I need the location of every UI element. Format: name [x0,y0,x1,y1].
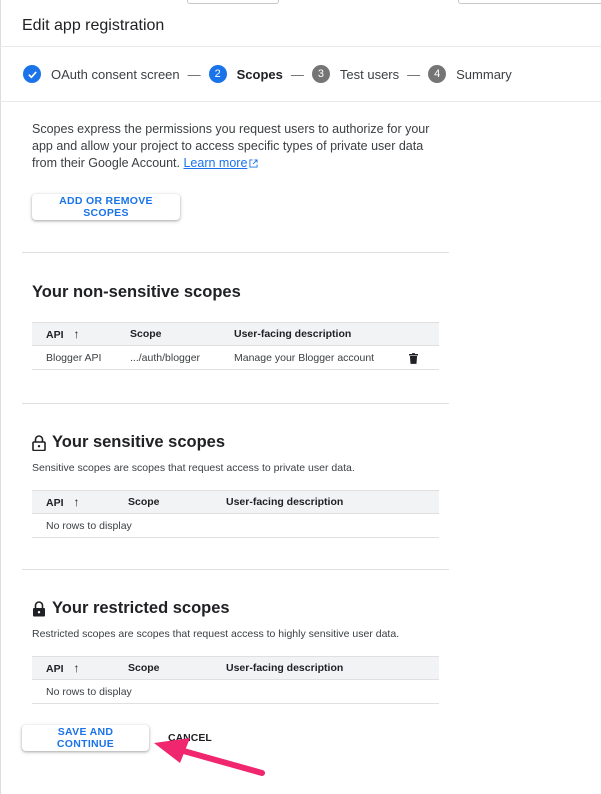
add-or-remove-scopes-button[interactable]: ADD OR REMOVE SCOPES [32,194,180,220]
step-label: Summary [456,66,512,82]
col-scope: Scope [114,656,212,680]
empty-row: No rows to display [32,513,439,538]
sort-arrow-up-icon: ↑ [73,327,80,341]
step-test-users[interactable]: 3 Test users [311,65,400,83]
step-label: OAuth consent screen [51,66,180,82]
stepper-divider [0,101,601,102]
step-scopes[interactable]: 2 Scopes [208,65,283,83]
non-sensitive-title: Your non-sensitive scopes [32,283,241,301]
step-separator: — [407,66,421,82]
col-description: User-facing description [212,656,439,680]
sensitive-title: Your sensitive scopes [32,433,225,452]
col-api[interactable]: API ↑ [32,656,114,680]
step-separator: — [290,66,304,82]
learn-more-link[interactable]: Learn more [183,156,258,170]
stepper: OAuth consent screen — 2 Scopes — 3 Test… [23,64,512,84]
pointer-arrow-annotation [154,738,265,776]
table-header-row: API ↑ Scope User-facing description [32,490,439,514]
frame-border [0,0,1,794]
section-divider [22,403,449,404]
col-api-label: API [46,497,64,509]
col-api[interactable]: API ↑ [32,322,116,346]
table-header-row: API ↑ Scope User-facing description [32,322,439,346]
scopes-intro: Scopes express the permissions you reque… [32,121,442,172]
col-api-label: API [46,663,64,675]
col-actions [395,322,439,346]
step-oauth-consent[interactable]: OAuth consent screen [23,65,180,83]
sort-arrow-up-icon: ↑ [73,661,80,675]
page-title: Edit app registration [22,17,165,34]
empty-message: No rows to display [32,513,439,538]
sensitive-table: API ↑ Scope User-facing description No ro… [32,490,439,538]
table-header-row: API ↑ Scope User-facing description [32,656,439,680]
col-description: User-facing description [220,322,395,346]
save-and-continue-button[interactable]: SAVE AND CONTINUE [22,725,149,751]
delete-cell [395,345,439,370]
step-number: 2 [208,65,227,83]
empty-message: No rows to display [32,679,439,704]
step-label: Scopes [236,66,283,82]
step-separator: — [187,66,201,82]
cell-description: Manage your Blogger account [220,345,395,370]
external-link-icon [249,159,258,168]
section-divider [22,252,449,253]
col-api-label: API [46,329,64,341]
lock-open-icon [32,434,46,451]
step-number: 3 [311,65,330,83]
step-summary[interactable]: 4 Summary [428,65,512,83]
col-scope: Scope [114,490,212,514]
col-description: User-facing description [212,490,439,514]
top-tab-fragment-right [458,0,601,4]
learn-more-label: Learn more [183,156,248,170]
sort-arrow-up-icon: ↑ [73,495,80,509]
restricted-description: Restricted scopes are scopes that reques… [32,628,400,640]
col-api[interactable]: API ↑ [32,490,114,514]
top-tab-fragment-left [187,0,279,4]
lock-closed-icon [33,600,45,616]
step-number: 4 [428,65,447,83]
non-sensitive-table: API ↑ Scope User-facing description Blogg… [32,322,439,370]
trash-icon[interactable] [409,352,418,364]
cell-api: Blogger API [32,345,116,370]
title-divider [0,46,601,47]
restricted-table: API ↑ Scope User-facing description No ro… [32,656,439,704]
restricted-title: Your restricted scopes [32,599,230,618]
section-divider [22,569,449,570]
sensitive-title-text: Your sensitive scopes [52,433,226,451]
col-scope: Scope [116,322,220,346]
check-icon [23,65,41,83]
restricted-title-text: Your restricted scopes [52,599,230,617]
empty-row: No rows to display [32,679,439,704]
cell-scope: .../auth/blogger [116,345,220,370]
step-label: Test users [339,66,400,82]
sensitive-description: Sensitive scopes are scopes that request… [32,462,355,474]
table-row: Blogger API .../auth/blogger Manage your… [32,345,439,370]
